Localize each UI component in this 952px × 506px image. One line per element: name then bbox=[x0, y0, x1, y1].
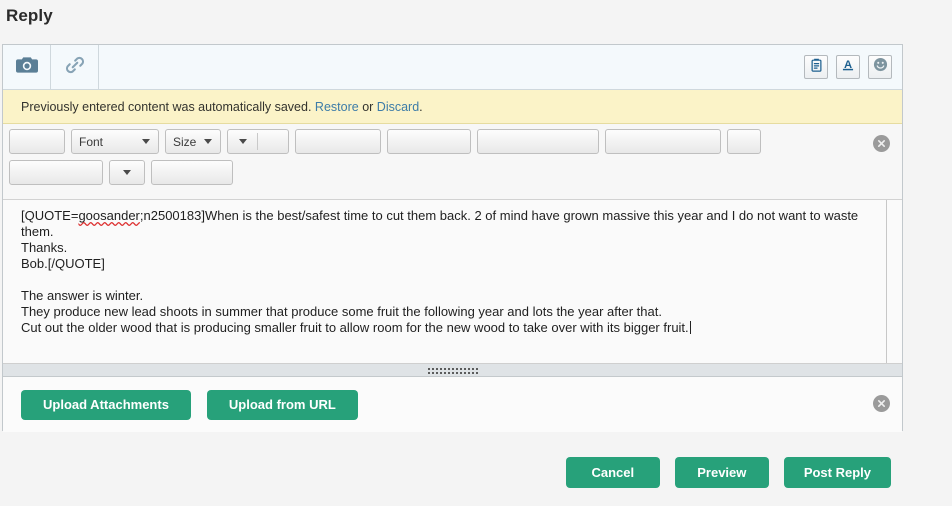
misspelled-word: goosander bbox=[78, 208, 140, 223]
editor-text: Bob.[/QUOTE] bbox=[21, 256, 105, 271]
message-text-area[interactable]: [QUOTE=goosander;n2500183]When is the be… bbox=[3, 200, 902, 364]
font-color-button[interactable]: A bbox=[836, 55, 860, 79]
editor-line: Cut out the older wood that is producing… bbox=[21, 320, 902, 336]
toolbar-button-divider bbox=[257, 133, 258, 150]
attachments-close-button[interactable] bbox=[873, 395, 890, 412]
editor-line: [QUOTE=goosander;n2500183]When is the be… bbox=[21, 208, 902, 224]
chevron-down-icon bbox=[123, 170, 131, 175]
chevron-down-icon bbox=[239, 139, 247, 144]
chevron-down-icon bbox=[204, 139, 212, 144]
toolbar-button-row2-0[interactable] bbox=[9, 160, 103, 185]
editor-line: The answer is winter. bbox=[21, 288, 902, 304]
message-content: [QUOTE=goosander;n2500183]When is the be… bbox=[3, 200, 902, 336]
toolbar-close-button[interactable] bbox=[873, 135, 890, 152]
toolbar-button-row1-4[interactable] bbox=[295, 129, 381, 154]
upload-from-url-button[interactable]: Upload from URL bbox=[206, 389, 358, 420]
reply-editor-page: Reply A Previously entered content was a… bbox=[0, 0, 952, 506]
editor-line: They produce new lead shoots in summer t… bbox=[21, 304, 902, 320]
toolbar-row-primary: Font Size bbox=[9, 129, 898, 154]
toolbar-button-row1-7[interactable] bbox=[605, 129, 721, 154]
camera-icon bbox=[15, 56, 38, 79]
editor-inner-right-border bbox=[886, 200, 887, 363]
upload-attachments-button[interactable]: Upload Attachments bbox=[21, 389, 191, 420]
toolbar-button-row1-0[interactable] bbox=[9, 129, 65, 154]
paste-button[interactable] bbox=[804, 55, 828, 79]
editor-text: They produce new lead shoots in summer t… bbox=[21, 304, 662, 319]
text-cursor bbox=[689, 321, 691, 334]
toolbar-row-secondary bbox=[9, 160, 898, 185]
toolbar-button-row1-1[interactable]: Font bbox=[71, 129, 159, 154]
notice-separator: or bbox=[362, 99, 374, 114]
restore-link[interactable]: Restore bbox=[315, 100, 359, 114]
attachments-row: Upload Attachments Upload from URL bbox=[3, 377, 902, 432]
autosave-notice: Previously entered content was automatic… bbox=[3, 90, 902, 124]
resize-grip-icon bbox=[426, 366, 479, 374]
toolbar-button-row1-2[interactable]: Size bbox=[165, 129, 221, 154]
paste-icon bbox=[810, 58, 823, 77]
toolbar-button-row1-5[interactable] bbox=[387, 129, 471, 154]
font-color-icon: A bbox=[841, 57, 855, 77]
camera-button[interactable] bbox=[3, 45, 51, 89]
toolbar-button-row2-2[interactable] bbox=[151, 160, 233, 185]
discard-link[interactable]: Discard bbox=[377, 100, 419, 114]
toolbar-button-label: Size bbox=[173, 134, 197, 149]
link-icon bbox=[64, 55, 86, 80]
link-button[interactable] bbox=[51, 45, 99, 89]
editor-text: them. bbox=[21, 224, 54, 239]
editor-text: Cut out the older wood that is producing… bbox=[21, 320, 689, 335]
preview-button[interactable]: Preview bbox=[674, 456, 769, 488]
formatting-toolbar: Font Size bbox=[3, 124, 902, 200]
post-reply-button[interactable]: Post Reply bbox=[783, 456, 891, 488]
editor-resize-handle[interactable] bbox=[3, 364, 902, 377]
editor-line: Bob.[/QUOTE] bbox=[21, 256, 902, 272]
chevron-down-icon bbox=[142, 139, 150, 144]
media-bar-spacer bbox=[99, 45, 804, 89]
editor-text: Thanks. bbox=[21, 240, 68, 255]
footer-actions: Cancel Preview Post Reply bbox=[2, 456, 903, 488]
editor-text: The answer is winter. bbox=[21, 288, 144, 303]
notice-period: . bbox=[419, 99, 423, 114]
editor-line: them. bbox=[21, 224, 902, 240]
editor-line: Thanks. bbox=[21, 240, 902, 256]
cancel-button[interactable]: Cancel bbox=[565, 456, 660, 488]
editor-text: [QUOTE= bbox=[21, 208, 79, 223]
smiley-icon bbox=[873, 57, 888, 77]
toolbar-button-row2-1[interactable] bbox=[109, 160, 145, 185]
media-bar-tools: A bbox=[804, 45, 902, 89]
editor-text: ;n2500183]When is the best/safest time t… bbox=[139, 208, 859, 223]
smiley-button[interactable] bbox=[868, 55, 892, 79]
toolbar-button-label: Font bbox=[79, 134, 104, 149]
editor-panel: A Previously entered content was automat… bbox=[2, 44, 903, 432]
autosave-message: Previously entered content was automatic… bbox=[21, 99, 312, 114]
toolbar-button-row1-3[interactable] bbox=[227, 129, 289, 154]
toolbar-button-row1-8[interactable] bbox=[727, 129, 761, 154]
media-toolbar: A bbox=[3, 45, 902, 90]
page-title: Reply bbox=[6, 6, 53, 25]
toolbar-button-row1-6[interactable] bbox=[477, 129, 599, 154]
